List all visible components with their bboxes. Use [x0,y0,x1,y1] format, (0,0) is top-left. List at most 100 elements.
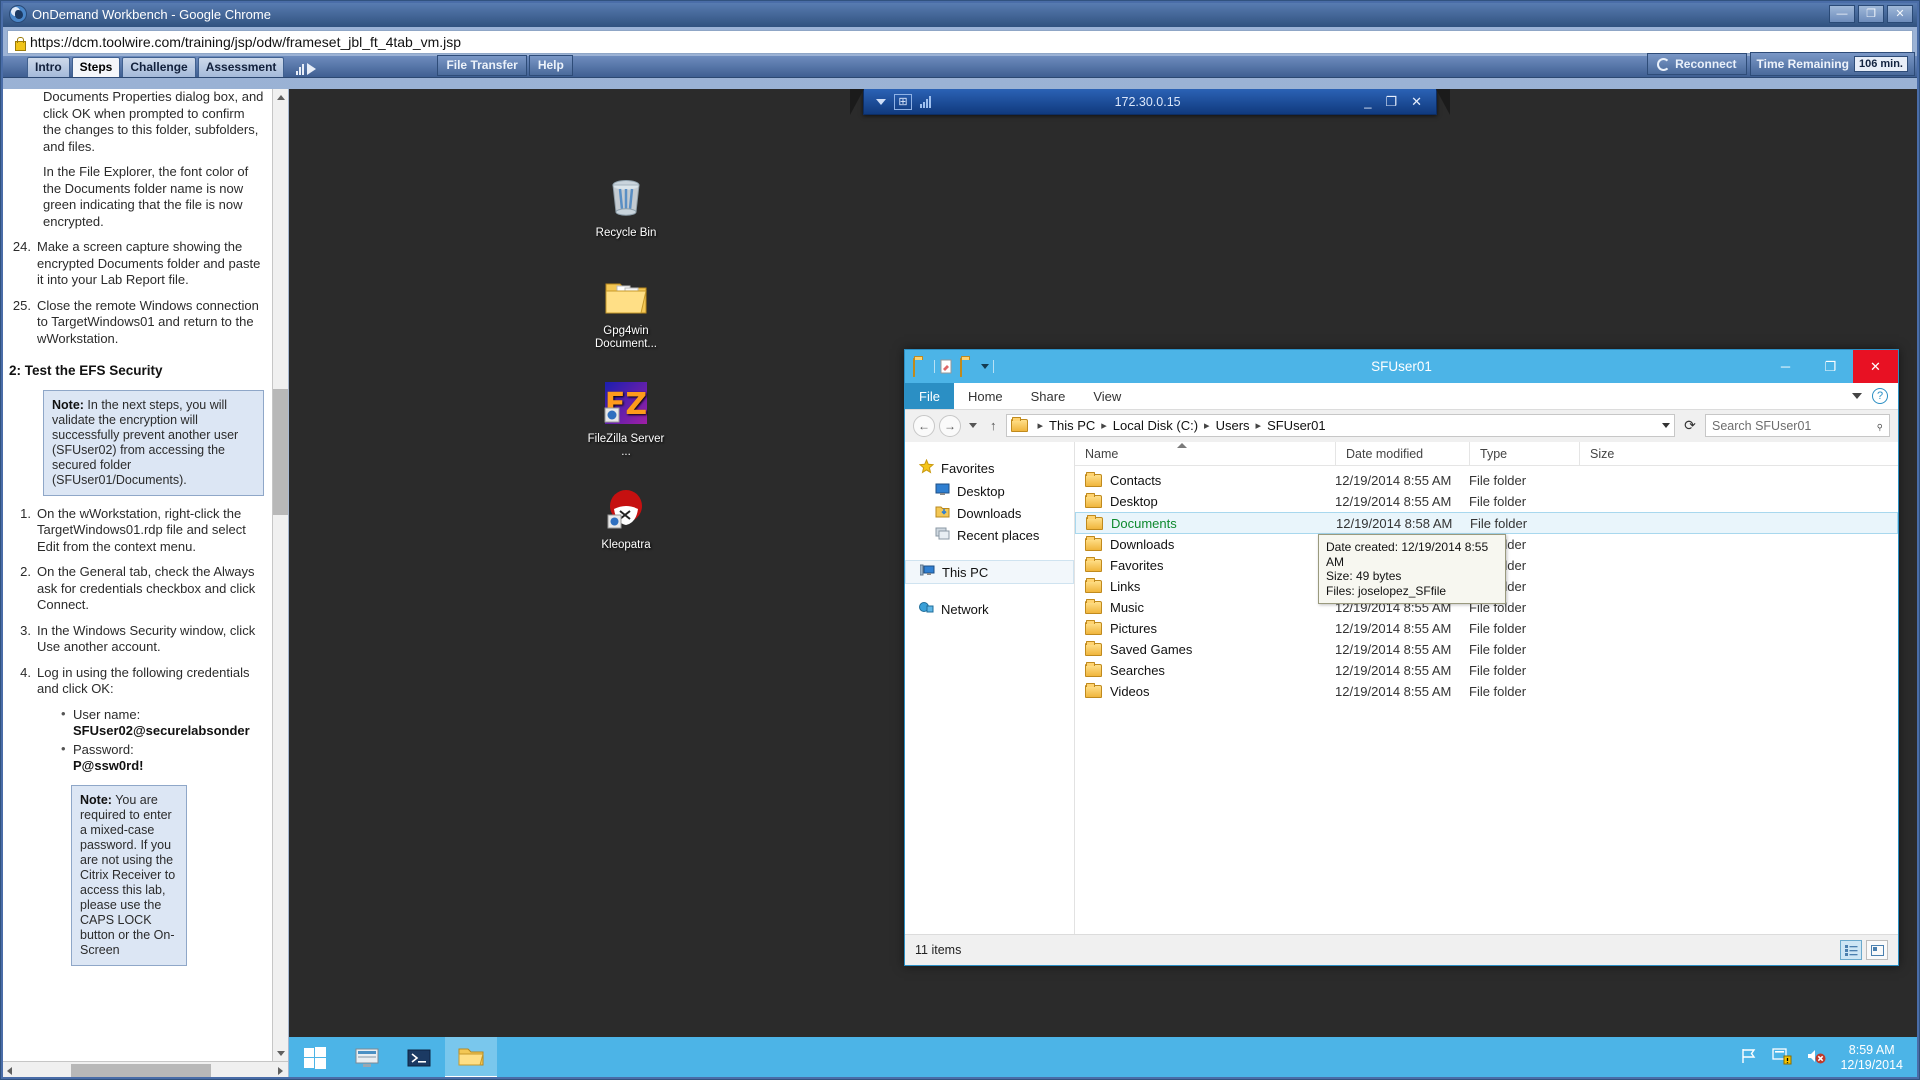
rdp-close-button[interactable]: ✕ [1411,94,1422,110]
browser-close-button[interactable]: ✕ [1887,5,1913,23]
audio-play-icon[interactable] [296,63,317,75]
details-view-button[interactable] [1840,940,1862,960]
scroll-right-icon[interactable] [272,1063,288,1079]
recent-locations-icon[interactable] [969,423,977,428]
rdp-minimize-button[interactable]: _ [1364,94,1371,110]
note-label: Note: [52,397,84,412]
instruction-step-3: 3. In the Windows Security window, click… [9,623,264,656]
help-button[interactable]: Help [528,55,573,76]
column-header-size[interactable]: Size [1579,441,1669,466]
file-date-cell: 12/19/2014 8:55 AM [1335,621,1452,636]
desktop-icon-label: Kleopatra [601,539,651,551]
table-row-selected-documents[interactable]: Documents 12/19/2014 8:58 AM File folder [1075,512,1898,534]
table-row[interactable]: Desktop 12/19/2014 8:55 AM File folder [1075,491,1898,512]
tab-challenge[interactable]: Challenge [122,57,196,77]
breadcrumb-item-users[interactable]: Users [1216,418,1250,433]
nav-item-network[interactable]: Network [905,598,1074,620]
desktop-icon-label: FileZilla Server ... [587,433,665,458]
rdp-restore-button[interactable]: ❐ [1385,94,1397,110]
nav-item-favorites[interactable]: Favorites [905,456,1074,480]
table-row[interactable]: Pictures 12/19/2014 8:55 AM File folder [1075,618,1898,639]
instructions-horizontal-scrollbar[interactable] [1,1061,288,1079]
rdp-connection-bar: ⊞ 172.30.0.15 _ ❐ ✕ [850,89,1450,115]
desktop-icon-kleopatra[interactable]: Kleopatra [583,487,669,552]
scroll-left-icon[interactable] [1,1062,17,1079]
address-bar-url: https://dcm.toolwire.com/training/jsp/od… [30,34,462,50]
desktop-icon-gpg4win-documentation[interactable]: Gpg4win Document... [583,277,669,351]
table-row[interactable]: Videos 12/19/2014 8:55 AM File folder [1075,681,1898,702]
videos-folder-icon [1085,683,1102,698]
address-bar[interactable]: https://dcm.toolwire.com/training/jsp/od… [7,30,1913,54]
breadcrumb-item-this-pc[interactable]: This PC [1049,418,1095,433]
table-row[interactable]: Contacts 12/19/2014 8:55 AM File folder [1075,470,1898,491]
forward-button[interactable]: → [939,414,961,437]
vertical-scroll-thumb[interactable] [273,389,288,515]
column-header-type[interactable]: Type [1469,441,1579,466]
browser-minimize-button[interactable]: — [1829,5,1855,23]
scroll-up-icon[interactable] [273,89,288,105]
nav-item-this-pc[interactable]: This PC [905,560,1074,584]
tab-intro[interactable]: Intro [27,57,70,77]
table-row[interactable]: Searches 12/19/2014 8:55 AM File folder [1075,660,1898,681]
desktop-icon-label: Recycle Bin [595,227,657,239]
ribbon-tab-home[interactable]: Home [954,383,1017,409]
server-manager-alert-icon[interactable] [1772,1047,1792,1070]
taskbar-server-manager-button[interactable] [341,1037,393,1079]
ribbon-tab-file[interactable]: File [905,383,954,409]
back-button[interactable]: ← [913,414,935,437]
links-folder-icon [1085,578,1102,593]
tooltip-line-files: Files: joselopez_SFfile [1326,583,1447,598]
instructions-vertical-scrollbar[interactable] [272,89,288,1061]
tab-steps[interactable]: Steps [71,57,121,77]
nav-item-downloads[interactable]: Downloads [905,502,1074,524]
chevron-down-icon[interactable] [1662,423,1670,428]
action-center-flag-icon[interactable] [1740,1047,1758,1070]
up-button[interactable]: ↑ [985,418,1002,433]
explorer-close-button[interactable]: ✕ [1853,350,1898,383]
column-label: Type [1480,446,1508,461]
breadcrumb-item-local-disk[interactable]: Local Disk (C:) [1113,418,1198,433]
rdp-window-controls: _ ❐ ✕ [1364,94,1436,110]
table-row[interactable]: Saved Games 12/19/2014 8:55 AM File fold… [1075,639,1898,660]
chevron-down-icon[interactable] [981,364,989,369]
browser-maximize-button[interactable]: ❐ [1858,5,1884,23]
volume-muted-icon[interactable] [1806,1047,1826,1070]
ribbon-expand-icon[interactable] [1852,393,1862,399]
refresh-button[interactable]: ⟳ [1679,415,1701,437]
instructions-panel: Documents Properties dialog box, and cli… [1,89,289,1079]
taskbar-powershell-button[interactable] [393,1037,445,1079]
file-transfer-button[interactable]: File Transfer [437,55,527,76]
taskbar-start-button[interactable] [289,1037,341,1079]
search-input[interactable]: Search SFUser01 ⌕ [1705,414,1890,437]
column-header-date-modified[interactable]: Date modified [1335,441,1469,466]
ribbon-right-controls: ? [1852,383,1898,409]
scroll-down-icon[interactable] [273,1045,288,1061]
file-type-cell: File folder [1469,684,1527,699]
explorer-minimize-button[interactable]: ─ [1763,350,1808,383]
file-date-cell: 12/19/2014 8:55 AM [1335,684,1452,699]
properties-icon[interactable] [939,359,956,374]
new-folder-icon[interactable] [960,358,977,377]
reconnect-button[interactable]: Reconnect [1647,53,1747,75]
breadcrumb[interactable]: ▸ This PC ▸ Local Disk (C:) ▸ Users ▸ SF… [1005,414,1675,437]
taskbar-file-explorer-button[interactable] [445,1037,497,1079]
explorer-maximize-button[interactable]: ❐ [1808,350,1853,383]
column-header-name[interactable]: Name [1075,442,1335,466]
tab-assessment[interactable]: Assessment [197,57,285,77]
desktop-icon-filezilla-server[interactable]: FZ FileZilla Server ... [583,381,669,459]
desktop-icon-recycle-bin[interactable]: Recycle Bin [583,175,669,240]
step-text: Close the remote Windows connection to T… [37,297,259,346]
breadcrumb-item-sfuser01[interactable]: SFUser01 [1267,418,1326,433]
nav-item-recent-places[interactable]: Recent places [905,524,1074,546]
ribbon-tab-view[interactable]: View [1079,383,1135,409]
desktop-icon-label: Gpg4win Document... [595,325,657,350]
pin-icon[interactable]: ⊞ [894,93,912,110]
taskbar-clock[interactable]: 8:59 AM 12/19/2014 [1840,1043,1903,1073]
horizontal-scroll-thumb[interactable] [71,1064,211,1077]
nav-item-desktop[interactable]: Desktop [905,480,1074,502]
help-icon[interactable]: ? [1872,388,1888,404]
chevron-down-icon[interactable] [876,98,886,105]
ribbon-tab-share[interactable]: Share [1017,383,1080,409]
large-icons-view-button[interactable] [1866,940,1888,960]
instruction-step-2: 2. On the General tab, check the Always … [9,564,264,614]
